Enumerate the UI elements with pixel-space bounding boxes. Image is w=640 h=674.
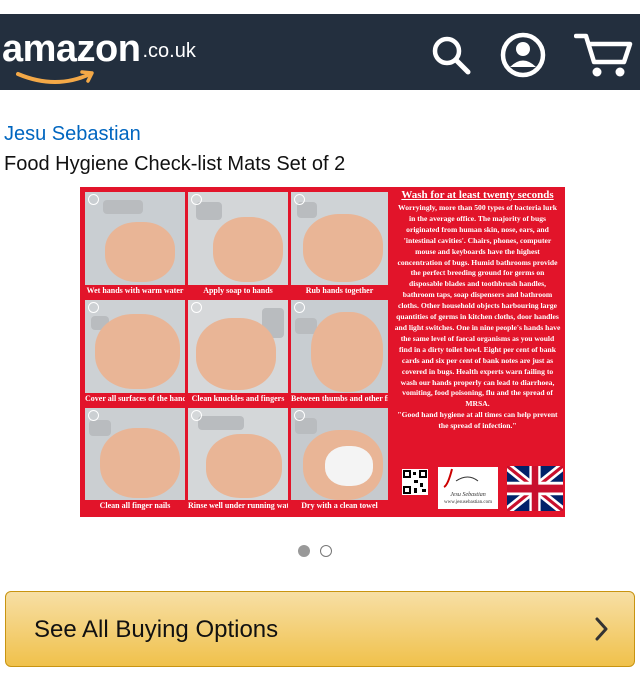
- product-image[interactable]: Wet hands with warm water Apply soap to …: [80, 187, 565, 517]
- account-icon[interactable]: [500, 32, 546, 78]
- logo-smile-icon: [16, 70, 94, 84]
- tap-shape: [198, 416, 244, 430]
- hand-shape: [105, 222, 175, 282]
- step-tile: Clean knuckles and fingers: [188, 300, 288, 405]
- hand-shape: [196, 318, 276, 390]
- logo-text: amazon: [2, 28, 141, 70]
- info-heading: Wash for at least twenty seconds: [401, 189, 554, 201]
- step-number-marker: [191, 302, 202, 313]
- qr-code-icon: [402, 469, 428, 495]
- amazon-logo[interactable]: amazon .co.uk: [2, 28, 196, 84]
- hand-shape: [95, 314, 180, 389]
- step-number-marker: [294, 410, 305, 421]
- step-number-marker: [294, 194, 305, 205]
- towel-shape: [325, 446, 373, 486]
- tap-shape: [103, 200, 143, 214]
- step-number-marker: [88, 194, 99, 205]
- search-icon[interactable]: [428, 32, 474, 78]
- signature-website: www.jesusebastian.com: [444, 500, 492, 505]
- hand-shape: [303, 214, 383, 282]
- signature-block: Jesu Sebastian www.jesusebastian.com: [438, 467, 498, 509]
- step-caption: Wet hands with warm water: [85, 285, 185, 297]
- carousel-dot-active[interactable]: [298, 545, 310, 557]
- step-tile: Between thumbs and other fingers: [291, 300, 388, 405]
- step-tile: Apply soap to hands: [188, 192, 288, 297]
- step-tile: Clean all finger nails: [85, 408, 185, 512]
- hand-shape: [206, 434, 282, 498]
- step-tile: Wet hands with warm water: [85, 192, 185, 297]
- step-caption: Clean all finger nails: [85, 500, 185, 512]
- step-caption: Cover all surfaces of the hands: [85, 393, 185, 405]
- brand-link[interactable]: Jesu Sebastian: [4, 123, 141, 146]
- step-tile: Rinse well under running water: [188, 408, 288, 512]
- hand-shape: [213, 217, 283, 282]
- step-caption: Apply soap to hands: [188, 285, 288, 297]
- chevron-right-icon: [595, 617, 608, 641]
- carousel-indicator: [298, 544, 342, 562]
- union-jack-flag-icon: [507, 466, 563, 511]
- step-tile: Rub hands together: [291, 192, 388, 297]
- step-caption: Dry with a clean towel: [291, 500, 388, 512]
- step-number-marker: [88, 302, 99, 313]
- step-number-marker: [88, 410, 99, 421]
- step-number-marker: [191, 194, 202, 205]
- logo-domain: .co.uk: [142, 40, 196, 62]
- product-title: Food Hygiene Check-list Mats Set of 2: [4, 153, 346, 175]
- hand-shape: [311, 312, 383, 392]
- step-tile: Cover all surfaces of the hands: [85, 300, 185, 405]
- info-text: Worryingly, more than 500 types of bacte…: [394, 203, 561, 409]
- step-caption: Between thumbs and other fingers: [291, 393, 388, 405]
- info-panel: Wash for at least twenty seconds Worryin…: [390, 187, 565, 517]
- step-caption: Rub hands together: [291, 285, 388, 297]
- cart-icon[interactable]: [574, 30, 634, 80]
- step-number-marker: [191, 410, 202, 421]
- tap-shape: [196, 202, 222, 220]
- hand-shape: [100, 428, 180, 498]
- step-caption: Rinse well under running water: [188, 500, 288, 512]
- signature-name: Jesu Sebastian: [450, 492, 486, 498]
- step-tile: Dry with a clean towel: [291, 408, 388, 512]
- see-all-buying-options-button[interactable]: See All Buying Options: [5, 591, 635, 667]
- status-strip: [0, 0, 640, 14]
- tap-shape: [89, 420, 111, 436]
- signature-mark-icon: [443, 468, 479, 488]
- app-header: amazon .co.uk: [0, 14, 640, 90]
- carousel-dot[interactable]: [320, 545, 332, 557]
- info-quote: "Good hand hygiene at all times can help…: [397, 410, 558, 431]
- step-number-marker: [294, 302, 305, 313]
- button-label: See All Buying Options: [34, 616, 279, 643]
- step-caption: Clean knuckles and fingers: [188, 393, 288, 405]
